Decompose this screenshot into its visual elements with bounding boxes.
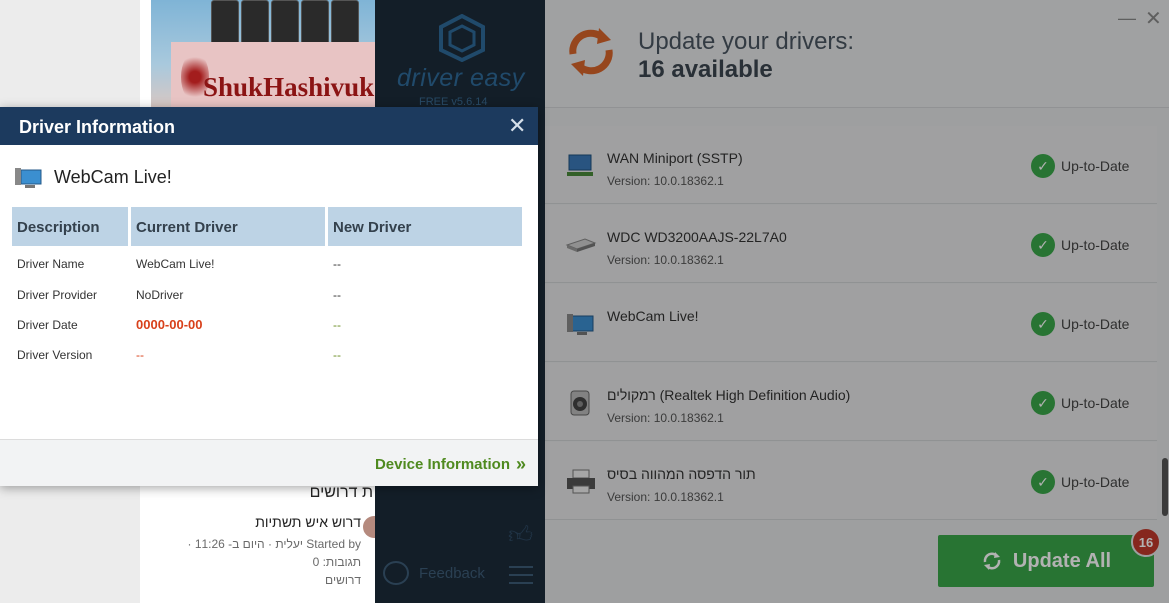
row-current-value: WebCam Live! bbox=[136, 257, 215, 271]
double-chevron-right-icon: » bbox=[515, 454, 526, 474]
row-current-value: -- bbox=[136, 348, 144, 362]
device-information-link[interactable]: Device Information » bbox=[375, 454, 526, 475]
avatar bbox=[363, 516, 375, 538]
forum-started-by: Started by יעלית · היום ב- 11:26 · bbox=[187, 537, 361, 551]
forum-replies: תגובות: 0 bbox=[312, 555, 361, 569]
dialog-title-bar[interactable]: Driver Information ✕ bbox=[0, 107, 538, 145]
row-current-value: NoDriver bbox=[136, 288, 184, 302]
row-description: Driver Provider bbox=[17, 288, 98, 302]
device-name-heading: WebCam Live! bbox=[54, 167, 172, 187]
close-icon[interactable]: ✕ bbox=[508, 113, 526, 139]
dialog-footer: Device Information » bbox=[0, 439, 538, 486]
column-header-new-driver: New Driver bbox=[328, 207, 522, 246]
dialog-title: Driver Information bbox=[19, 117, 176, 137]
device-information-label: Device Information bbox=[374, 456, 510, 473]
row-new-value: -- bbox=[333, 288, 341, 302]
forum-category[interactable]: דרושים bbox=[187, 571, 361, 589]
forum-topic-title[interactable]: דרוש איש תשתיות bbox=[255, 514, 361, 530]
forum-section-header: ת דרושים bbox=[309, 484, 373, 501]
column-header-current-driver: Current Driver bbox=[131, 207, 325, 246]
forum-topic-meta: Started by יעלית · היום ב- 11:26 · תגובו… bbox=[187, 535, 361, 589]
ad-brand-text: ShukHashivuk bbox=[203, 72, 375, 102]
row-description: Driver Version bbox=[17, 348, 93, 362]
row-description: Driver Date bbox=[17, 318, 78, 332]
row-new-value: -- bbox=[333, 348, 341, 362]
row-new-value: -- bbox=[333, 257, 341, 271]
row-new-value: -- bbox=[333, 318, 341, 332]
column-header-description: Description bbox=[12, 207, 128, 246]
forum-listing: ת דרושים דרוש איש תשתיות Started by יעלי… bbox=[151, 478, 375, 603]
row-current-value: 0000-00-00 bbox=[136, 317, 203, 332]
webcam-monitor-icon bbox=[15, 168, 42, 188]
driver-information-dialog: Driver Information ✕ WebCam Live! Descri… bbox=[0, 107, 538, 486]
ad-banner[interactable]: ShukHashivuk bbox=[151, 0, 375, 108]
row-description: Driver Name bbox=[17, 257, 85, 271]
